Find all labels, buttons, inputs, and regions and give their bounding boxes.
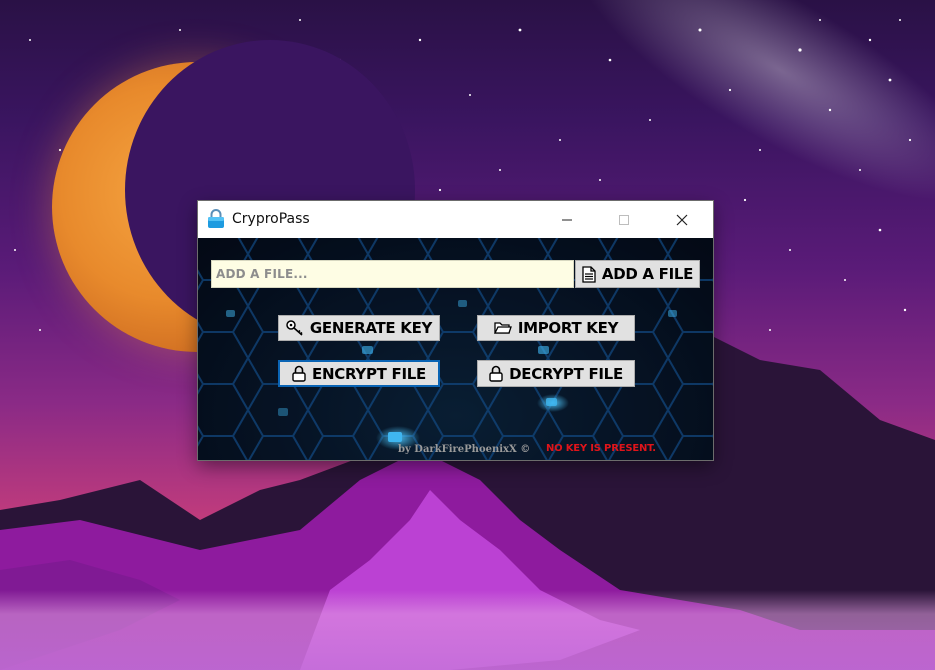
app-window: CryproPass ADD A FILE... ADD A FILE GENE…	[198, 201, 713, 460]
decrypt-file-label: DECRYPT FILE	[509, 364, 623, 383]
horizon-glow	[0, 590, 935, 670]
lock-icon	[208, 209, 224, 228]
lock-icon	[292, 365, 306, 382]
document-icon	[582, 265, 596, 283]
key-status-text: NO KEY IS PRESENT.	[546, 443, 656, 454]
close-icon	[676, 214, 688, 225]
author-credit: by DarkFirePhoenixX ©	[398, 444, 531, 455]
generate-key-button[interactable]: GENERATE KEY	[278, 315, 440, 341]
file-path-input[interactable]: ADD A FILE...	[211, 260, 574, 288]
decrypt-file-button[interactable]: DECRYPT FILE	[477, 360, 635, 387]
lock-icon	[489, 365, 503, 382]
close-button[interactable]	[659, 201, 705, 238]
maximize-button[interactable]	[601, 201, 647, 238]
add-file-label: ADD A FILE	[601, 265, 694, 283]
minimize-button[interactable]	[544, 201, 590, 238]
add-file-button[interactable]: ADD A FILE	[575, 260, 700, 288]
generate-key-label: GENERATE KEY	[309, 319, 433, 337]
import-key-button[interactable]: IMPORT KEY	[477, 315, 635, 341]
import-key-label: IMPORT KEY	[517, 319, 619, 337]
title-bar[interactable]: CryproPass	[198, 201, 713, 238]
encrypt-file-label: ENCRYPT FILE	[312, 364, 426, 383]
encrypt-file-button[interactable]: ENCRYPT FILE	[278, 360, 440, 387]
folder-icon	[493, 322, 512, 334]
key-icon	[286, 320, 303, 336]
client-area: ADD A FILE... ADD A FILE GENERATE KEY IM…	[198, 238, 713, 460]
maximize-icon	[619, 214, 629, 225]
minimize-icon	[562, 219, 572, 220]
window-title: CryproPass	[232, 211, 310, 227]
